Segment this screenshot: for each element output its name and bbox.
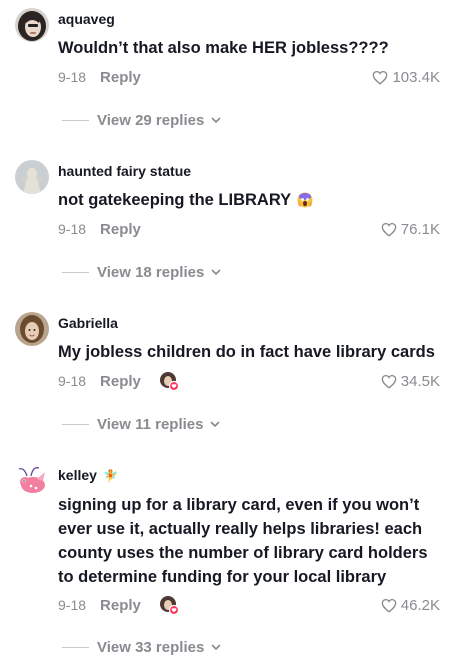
comment-text: Wouldn’t that also make HER jobless???? (58, 39, 389, 57)
heart-outline-icon (381, 374, 397, 389)
avatar[interactable] (15, 8, 49, 42)
reply-button[interactable]: Reply (100, 69, 141, 86)
divider-line (62, 646, 89, 648)
reply-button[interactable]: Reply (100, 221, 141, 238)
creator-heart-badge-icon (159, 371, 179, 392)
comment-date: 9-18 (58, 373, 87, 389)
comment-meta: 9-18 Reply (58, 371, 179, 392)
like-count: 103.4K (392, 68, 440, 86)
view-replies-label: View 18 replies (97, 263, 205, 281)
comment-username[interactable]: Gabriella (58, 315, 118, 331)
heart-outline-icon (373, 70, 388, 85)
view-replies-button[interactable]: View 33 replies (62, 637, 222, 657)
comment-meta: 9-18 Reply (58, 595, 179, 616)
like-button[interactable]: 46.2K (381, 595, 440, 615)
comment-text: not gatekeeping the LIBRARY (58, 188, 438, 215)
avatar[interactable] (15, 312, 49, 346)
view-replies-label: View 11 replies (97, 415, 204, 433)
view-replies-button[interactable]: View 11 replies (62, 414, 221, 434)
comment-username[interactable]: aquaveg (58, 11, 115, 27)
comment-text-body: not gatekeeping the LIBRARY (58, 191, 292, 209)
comment-text: signing up for a library card, even if y… (58, 496, 428, 586)
comment-date: 9-18 (58, 597, 87, 613)
view-replies-button[interactable]: View 29 replies (62, 110, 222, 130)
divider-line (62, 119, 89, 121)
view-replies-button[interactable]: View 18 replies (62, 262, 222, 282)
like-count: 46.2K (400, 596, 440, 614)
divider-line (62, 271, 89, 273)
avatar[interactable] (15, 464, 49, 498)
comment-date: 9-18 (58, 221, 87, 237)
heart-outline-icon (381, 598, 397, 613)
heart-outline-icon (381, 222, 397, 237)
comment-text: My jobless children do in fact have libr… (58, 343, 435, 361)
like-button[interactable]: 103.4K (372, 67, 440, 87)
screaming-face-emoji-icon (297, 191, 313, 215)
chevron-down-icon (211, 644, 221, 650)
chevron-down-icon (211, 117, 221, 123)
reply-button[interactable]: Reply (100, 373, 141, 390)
chevron-down-icon (211, 421, 220, 427)
comment-meta: 9-18 Reply (58, 219, 141, 239)
like-button[interactable]: 76.1K (381, 219, 440, 239)
creator-heart-badge-icon (159, 595, 179, 616)
avatar[interactable] (15, 160, 49, 194)
comment-list: aquaveg Wouldn’t that also make HER jobl… (0, 0, 453, 658)
comment-username[interactable]: kelley 🧚 (58, 467, 118, 483)
chevron-down-icon (211, 269, 221, 275)
like-count: 76.1K (400, 220, 440, 238)
view-replies-label: View 33 replies (97, 638, 205, 656)
comment-date: 9-18 (58, 69, 87, 85)
like-count: 34.5K (400, 372, 440, 390)
like-button[interactable]: 34.5K (381, 371, 440, 391)
view-replies-label: View 29 replies (97, 111, 205, 129)
divider-line (62, 423, 89, 425)
comment-username-text: kelley (58, 467, 97, 483)
reply-button[interactable]: Reply (100, 597, 141, 614)
comment-meta: 9-18 Reply (58, 67, 141, 87)
comment-username[interactable]: haunted fairy statue (58, 163, 191, 179)
fairy-emoji-icon: 🧚 (102, 469, 118, 484)
